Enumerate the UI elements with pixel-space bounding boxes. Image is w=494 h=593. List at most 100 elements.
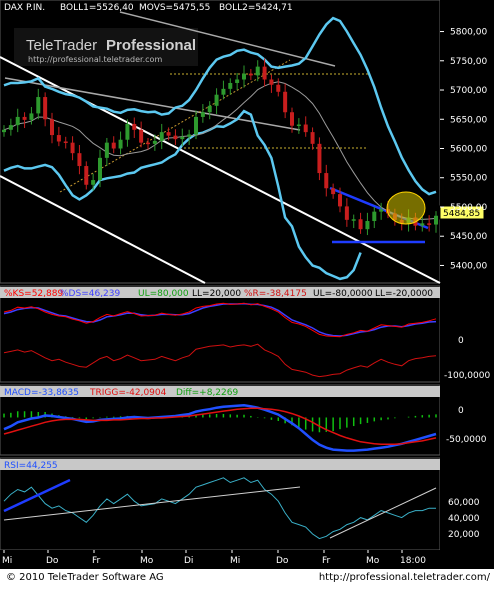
candle-body	[200, 112, 205, 117]
price-tick-label-4: 5600,00	[450, 145, 487, 155]
candle-body	[152, 140, 157, 144]
candle-body	[303, 124, 308, 133]
candle-body	[29, 113, 34, 120]
candle-body	[207, 105, 212, 113]
legend-ks: %KS=52,889	[4, 289, 63, 299]
price-tick-label-2: 5700,00	[450, 86, 487, 96]
candle-body	[84, 166, 89, 185]
candle-body	[63, 141, 68, 143]
x-tick-label: 18:00	[400, 556, 426, 566]
candle-body	[276, 84, 281, 92]
x-tick-label: Fr	[322, 556, 331, 566]
watermark-brand-2: Professional	[106, 37, 196, 54]
candle-body	[146, 142, 150, 145]
candle-body	[248, 73, 253, 76]
watermark: TeleTrader Professional http://professio…	[14, 28, 198, 66]
legend-movs: MOVS=5475,55	[139, 3, 210, 13]
stochastic-legend: %KS=52,889 %DS=46,239 UL=80,000 LL=20,00…	[4, 289, 433, 299]
candle-body	[344, 206, 349, 220]
macd-tick-50: -50,0000	[446, 435, 487, 445]
candle-body	[228, 83, 233, 89]
candle-body	[338, 194, 342, 207]
stoch-tick-0: 0	[458, 336, 464, 346]
macd-legend: MACD=-33,8635 TRIGG=-42,0904 Diff=+8,226…	[4, 388, 238, 398]
candle-body	[262, 66, 267, 80]
legend-trigg: TRIGG=-42,0904	[89, 388, 167, 398]
candle-body	[351, 219, 356, 221]
candle-body	[331, 188, 336, 195]
candle-body	[283, 91, 288, 113]
candle-body	[91, 180, 96, 185]
x-tick-label: Do	[276, 556, 289, 566]
x-tick-label: Mo	[140, 556, 154, 566]
candle-body	[159, 132, 164, 141]
footer-copyright: © 2010 TeleTrader Software AG	[6, 572, 164, 583]
legend-rsi: RSI=44,255	[4, 461, 58, 471]
x-tick-label: Mo	[366, 556, 380, 566]
price-tick-label-3: 5650,00	[450, 115, 487, 125]
candle-body	[324, 173, 329, 189]
watermark-brand-1: TeleTrader	[26, 37, 97, 54]
candle-body	[50, 119, 54, 136]
candle-body	[98, 157, 102, 181]
candle-body	[358, 219, 363, 230]
legend-diff: Diff=+8,2269	[176, 388, 238, 398]
candle-body	[221, 88, 226, 95]
candle-body	[56, 135, 61, 142]
macd-tick-0: 0	[458, 406, 464, 416]
candle-body	[132, 123, 137, 130]
candle-body	[180, 136, 185, 140]
chart-window: TeleTrader Professional http://professio…	[0, 0, 494, 589]
candle-body	[242, 73, 246, 80]
candle-body	[22, 116, 27, 120]
stochastic-panel	[0, 285, 441, 383]
candle-body	[420, 223, 425, 226]
footer-url[interactable]: http://professional.teletrader.com/	[319, 572, 490, 583]
candle-body	[8, 125, 13, 130]
candle-body	[214, 94, 219, 106]
candle-body	[2, 129, 6, 133]
candle-body	[104, 142, 109, 158]
candle-body	[365, 221, 370, 230]
rsi-tick-20: 20,000	[448, 530, 480, 540]
candle-body	[296, 124, 301, 127]
candle-body	[111, 142, 116, 149]
x-tick-label: Do	[46, 556, 59, 566]
candle-body	[139, 129, 144, 143]
candle-body	[15, 116, 20, 126]
legend-r: %R=-38,4175	[244, 289, 307, 299]
legend-ul2: UL=-80,0000	[313, 289, 373, 299]
rsi-tick-60: 60,000	[448, 498, 480, 508]
candle-body	[434, 215, 438, 225]
x-tick-label: Mi	[2, 556, 12, 566]
candle-body	[194, 116, 198, 135]
candle-body	[118, 139, 123, 149]
candle-body	[43, 97, 48, 120]
watermark-url: http://professional.teletrader.com	[28, 55, 162, 64]
candle-body	[125, 123, 130, 140]
candle-body	[77, 153, 82, 167]
candle-body	[187, 134, 192, 137]
candle-body	[166, 132, 171, 136]
x-tick-label: Fr	[92, 556, 101, 566]
candle-body	[372, 211, 377, 222]
legend-boll1: BOLL1=5526,40	[60, 3, 134, 13]
price-tick-label-1: 5750,00	[450, 57, 487, 67]
x-tick-label: Di	[184, 556, 193, 566]
candle-body	[290, 112, 294, 126]
price-tick-label-6: 5500,00	[450, 203, 487, 213]
rsi-tick-40: 40,000	[448, 514, 480, 524]
footer-bar: © 2010 TeleTrader Software AG http://pro…	[0, 569, 494, 589]
candle-body	[427, 223, 432, 225]
legend-ll2: LL=-20,0000	[375, 289, 433, 299]
price-tick-label-0: 5800,00	[450, 28, 487, 38]
y-axis-area	[440, 0, 494, 550]
legend-symbol: DAX P.IN.	[4, 3, 45, 13]
candle-body	[235, 79, 240, 84]
price-tick-label-8: 5400,00	[450, 261, 487, 271]
rsi-header	[0, 459, 440, 470]
candle-body	[70, 142, 75, 154]
candle-body	[173, 135, 178, 140]
legend-ul: UL=80,000	[138, 289, 189, 299]
legend-macd: MACD=-33,8635	[4, 388, 79, 398]
